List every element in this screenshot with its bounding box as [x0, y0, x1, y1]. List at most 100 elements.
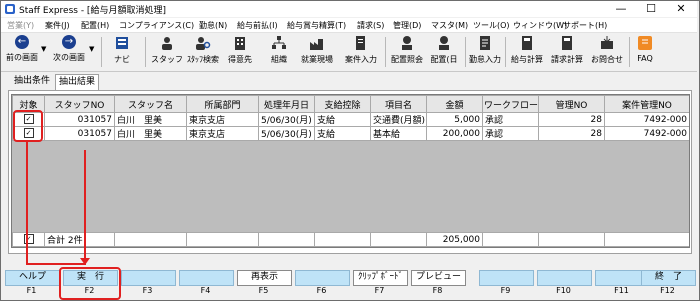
maximize-button[interactable]: ☐	[637, 1, 665, 17]
back-label: 前の画面	[6, 53, 38, 62]
total-empty-cell	[538, 232, 605, 247]
tab-conditions[interactable]: 抽出条件	[11, 74, 53, 89]
menu-compliance[interactable]: コンプライアンス(C)	[119, 20, 194, 31]
job-entry-button[interactable]: 案件入力	[343, 35, 379, 69]
faq-icon	[638, 36, 652, 50]
navi-button[interactable]: ナビ	[109, 35, 135, 69]
chevron-down-icon[interactable]: ▼	[41, 45, 46, 53]
menu-job[interactable]: 案件(J)	[45, 20, 70, 31]
table-header-row: 対象 スタッフNO スタッフ名 所属部門 処理年月日 支給控除 項目名 金額 ワ…	[12, 95, 689, 113]
menu-billing[interactable]: 請求(S)	[357, 20, 384, 31]
total-empty-cell	[314, 232, 371, 247]
arrow-left-icon: ←	[15, 35, 29, 49]
person-search-icon	[196, 37, 211, 50]
invoice-icon	[562, 36, 572, 50]
staff-name-cell: 白川 里美	[114, 126, 187, 141]
menu-sales[interactable]: 営業(Y)	[7, 20, 34, 31]
building-icon	[235, 37, 245, 50]
menu-attendance[interactable]: 勤怠(N)	[199, 20, 227, 31]
f4-key-label: F4	[200, 286, 211, 295]
org-button[interactable]: 組織	[265, 35, 293, 69]
menu-payroll[interactable]: 給与賞与精算(T)	[287, 20, 346, 31]
table-row[interactable]: ✓ 031057 白川 里美 東京支店 5/06/30(月) 支給 交通費(月額…	[12, 112, 689, 127]
org-chart-icon	[272, 36, 286, 49]
attendance-button[interactable]: 勤怠入力	[467, 35, 503, 69]
assign-inquiry-button[interactable]: 配置照会	[389, 35, 425, 69]
client-button[interactable]: 得意先	[225, 35, 255, 69]
table-row[interactable]: ✓ 031057 白川 里美 東京支店 5/06/30(月) 支給 基本給 20…	[12, 126, 689, 141]
f5-refresh-button[interactable]: 再表示	[237, 270, 292, 286]
f8-preview-button[interactable]: プレビュー	[411, 270, 466, 286]
col-header[interactable]: 項目名	[370, 95, 427, 113]
f10-key-label: F10	[556, 286, 571, 295]
mgmt-no-cell: 28	[538, 112, 605, 127]
menu-assign[interactable]: 配置(H)	[81, 20, 109, 31]
arrow-right-icon: →	[62, 35, 76, 49]
f12-exit-button[interactable]: 終 了	[641, 270, 696, 286]
title-bar: Staff Express - [給与月額取消処理] — ☐ ✕	[1, 1, 697, 17]
col-header[interactable]: 金額	[426, 95, 483, 113]
execute-highlight	[59, 267, 121, 300]
back-button[interactable]: ← 前の画面	[4, 35, 40, 69]
document-edit-icon	[356, 36, 365, 50]
forward-label: 次の画面	[53, 53, 85, 62]
f6-button[interactable]	[295, 270, 350, 286]
menu-support[interactable]: サポート(H)	[563, 20, 607, 31]
results-table: 対象 スタッフNO スタッフ名 所属部門 処理年月日 支給控除 項目名 金額 ワ…	[12, 95, 689, 141]
factory-icon	[310, 39, 323, 50]
col-header[interactable]: 管理NO	[538, 95, 605, 113]
staff-search-button[interactable]: ｽﾀｯﾌ検索	[185, 35, 221, 69]
payroll-button[interactable]: 給与計算	[509, 35, 545, 69]
org-label: 組織	[271, 55, 287, 64]
inbox-icon	[601, 36, 613, 49]
f9-button[interactable]	[479, 270, 534, 286]
col-header[interactable]: 支給控除	[314, 95, 371, 113]
menu-master[interactable]: マスタ(M)	[431, 20, 468, 31]
select-all-cell[interactable]: ✓	[12, 232, 45, 247]
assign-inquiry-label: 配置照会	[391, 55, 423, 64]
assign-day-button[interactable]: 配置(日	[427, 35, 461, 69]
arrow-down-icon	[80, 258, 90, 265]
col-header[interactable]: スタッフNO	[44, 95, 115, 113]
chevron-down-icon[interactable]: ▼	[89, 45, 94, 53]
menu-admin[interactable]: 管理(D)	[393, 20, 421, 31]
annotation-line-vertical	[26, 140, 28, 265]
billing-button[interactable]: 請求計算	[547, 35, 587, 69]
faq-button[interactable]: FAQ	[631, 35, 659, 69]
total-count-cell: 合計 2件	[44, 232, 115, 247]
annotation-line-horizontal	[26, 263, 86, 265]
site-button[interactable]: 就業現場	[297, 35, 337, 69]
total-empty-cell	[370, 232, 427, 247]
menu-window[interactable]: ウィンドウ(W)	[513, 20, 567, 31]
forward-button[interactable]: → 次の画面	[51, 35, 87, 69]
date-cell: 5/06/30(月)	[258, 112, 315, 127]
menu-advance[interactable]: 給与前払(I)	[237, 20, 278, 31]
contact-button[interactable]: お問合せ	[589, 35, 625, 69]
attendance-label: 勤怠入力	[469, 55, 501, 64]
f1-help-button[interactable]: ヘルプ	[5, 270, 60, 286]
col-header[interactable]: ワークフロー	[482, 95, 539, 113]
staff-button[interactable]: スタッフ	[151, 35, 183, 69]
f9-key-label: F9	[500, 286, 511, 295]
col-header[interactable]: スタッフ名	[114, 95, 187, 113]
col-header[interactable]: 案件管理NO	[604, 95, 689, 113]
faq-label: FAQ	[637, 54, 653, 63]
payroll-label: 給与計算	[511, 55, 543, 64]
menu-tools[interactable]: ツール(O)	[473, 20, 510, 31]
minimize-button[interactable]: —	[607, 1, 635, 17]
total-empty-cell	[258, 232, 315, 247]
col-header[interactable]: 処理年月日	[258, 95, 315, 113]
toolbar-divider	[145, 37, 146, 67]
staff-no-cell: 031057	[44, 126, 115, 141]
select-all-checkbox[interactable]: ✓	[23, 234, 34, 245]
close-button[interactable]: ✕	[667, 1, 695, 17]
f10-button[interactable]	[537, 270, 592, 286]
col-header[interactable]: 所属部門	[186, 95, 259, 113]
f7-clipboard-button[interactable]: ｸﾘｯﾌﾟﾎﾞｰﾄﾞ	[353, 270, 408, 286]
f3-button[interactable]	[121, 270, 176, 286]
people-calendar-icon	[439, 36, 449, 50]
annotation-line-up	[84, 150, 86, 265]
f8-key-label: F8	[432, 286, 443, 295]
f4-button[interactable]	[179, 270, 234, 286]
tab-results[interactable]: 抽出結果	[55, 74, 100, 90]
